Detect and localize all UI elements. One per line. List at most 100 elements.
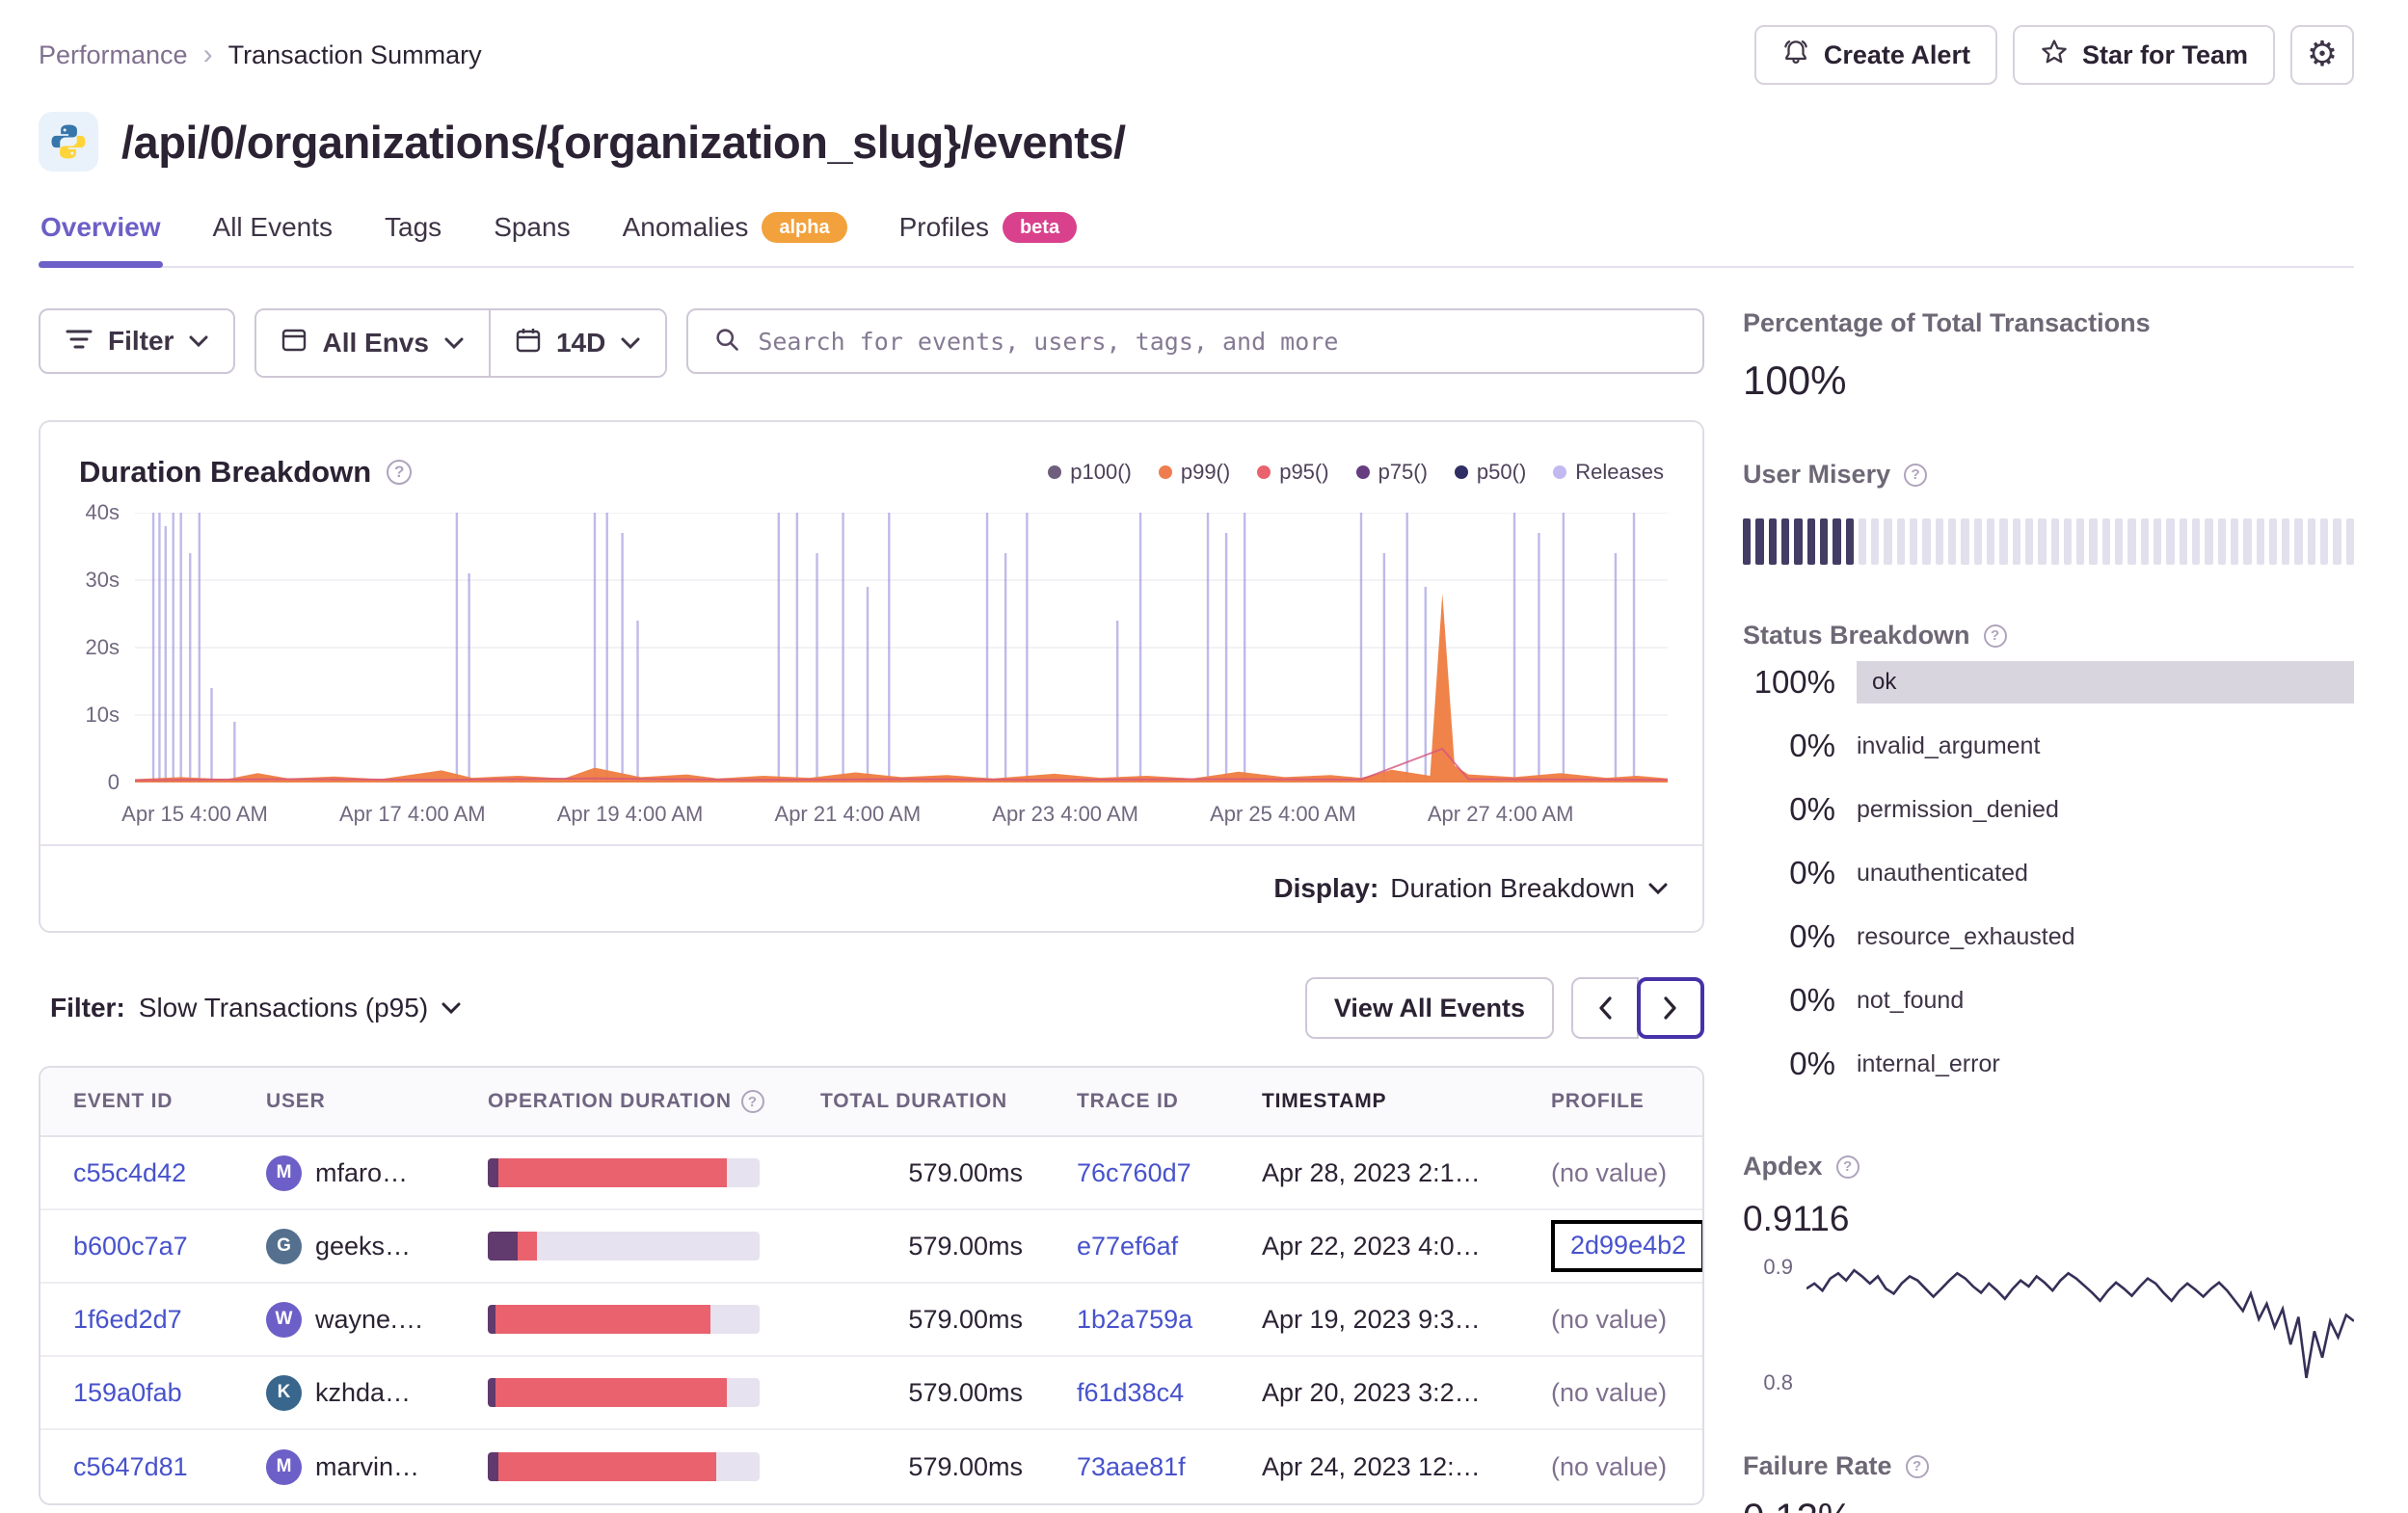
breadcrumb-performance[interactable]: Performance (39, 40, 188, 70)
event-id-link[interactable]: 1f6ed2d7 (73, 1305, 182, 1335)
status-label: not_found (1857, 986, 1965, 1014)
status-row: 0% internal_error (1789, 1046, 2000, 1081)
search-icon (713, 326, 740, 358)
status-row: 0% resource_exhausted (1789, 918, 2075, 954)
display-dropdown[interactable]: Duration Breakdown (1390, 873, 1668, 904)
avatar: W (266, 1301, 302, 1338)
event-id-link[interactable]: b600c7a7 (73, 1232, 188, 1261)
pagination (1571, 977, 1704, 1039)
help-icon[interactable]: ? (1904, 463, 1928, 487)
apdex-y-axis: 0.9 0.8 (1763, 1255, 1793, 1394)
calendar-icon (516, 328, 541, 359)
user-misery-title: User Misery ? (1743, 460, 2354, 490)
status-bar[interactable]: ok (1857, 661, 2354, 703)
page-title: /api/0/organizations/{organization_slug}… (121, 116, 1126, 168)
legend-p100[interactable]: p100() (1048, 460, 1132, 485)
timestamp: Apr 28, 2023 2:1… (1262, 1157, 1481, 1187)
profile-value: (no value) (1551, 1304, 1668, 1334)
breadcrumb-current: Transaction Summary (227, 40, 482, 69)
chevron-down-icon (621, 337, 640, 349)
star-for-team-button[interactable]: Star for Team (2012, 25, 2275, 85)
duration-chart-plot[interactable] (135, 513, 1668, 783)
operation-duration-bar[interactable] (488, 1158, 760, 1187)
date-range-value: 14D (555, 328, 606, 358)
status-label: permission_denied (1857, 795, 2059, 823)
help-icon[interactable]: ? (1905, 1454, 1929, 1478)
user-misery-bars[interactable] (1743, 518, 2354, 565)
apdex-value: 0.9116 (1743, 1199, 1850, 1238)
failure-rate-value: 0.12% (1743, 1497, 2354, 1513)
operation-duration-bar[interactable] (488, 1232, 760, 1261)
status-label: invalid_argument (1857, 731, 2041, 759)
table-row: 1f6ed2d7 Wwayne.… 579.00ms 1b2a759a Apr … (40, 1284, 1702, 1357)
tab-tags[interactable]: Tags (383, 206, 443, 266)
slow-transactions-filter-dropdown[interactable]: Filter: Slow Transactions (p95) (39, 993, 472, 1023)
total-duration: 579.00ms (908, 1304, 1023, 1334)
legend-dot (1355, 465, 1370, 479)
tab-all-events[interactable]: All Events (211, 206, 335, 266)
legend-p50[interactable]: p50() (1454, 460, 1526, 485)
table-header: EVENT ID USER OPERATION DURATION? TOTAL … (40, 1068, 1702, 1137)
col-timestamp: TIMESTAMP (1262, 1090, 1387, 1112)
apdex-chart[interactable]: 0.9 0.8 (1743, 1253, 2354, 1395)
tab-label: Profiles (898, 212, 989, 242)
help-icon[interactable]: ? (740, 1090, 764, 1113)
chart-legend: p100() p99() p95() p75() p50() Releases (1048, 460, 1664, 485)
operation-duration-bar[interactable] (488, 1305, 760, 1334)
profile-link-highlighted[interactable]: 2d99e4b2 (1551, 1220, 1702, 1272)
status-row: 0% not_found (1789, 982, 1965, 1018)
trace-id-link[interactable]: e77ef6af (1077, 1232, 1178, 1261)
col-operation-duration: OPERATION DURATION? (488, 1090, 820, 1113)
user-name: kzhda… (315, 1377, 412, 1407)
legend-p75[interactable]: p75() (1355, 460, 1428, 485)
operation-duration-bar[interactable] (488, 1378, 760, 1407)
next-page-button[interactable] (1637, 977, 1704, 1039)
tab-label: All Events (212, 212, 334, 242)
table-row: 159a0fab Kkzhda… 579.00ms f61d38c4 Apr 2… (40, 1357, 1702, 1430)
breadcrumb-chevron-icon: › (202, 39, 213, 70)
table-row: b600c7a7 Ggeeks… 579.00ms e77ef6af Apr 2… (40, 1210, 1702, 1284)
col-total-duration: TOTAL DURATION (820, 1090, 1007, 1112)
previous-page-button[interactable] (1571, 977, 1639, 1039)
total-duration: 579.00ms (908, 1377, 1023, 1407)
col-profile: PROFILE (1551, 1090, 1645, 1112)
search-input[interactable] (758, 327, 1677, 356)
avatar: G (266, 1228, 302, 1264)
chevron-down-icon (444, 337, 464, 349)
trace-id-link[interactable]: 76c760d7 (1077, 1158, 1191, 1188)
col-user: USER (266, 1090, 326, 1112)
legend-releases[interactable]: Releases (1553, 460, 1664, 485)
tab-anomalies[interactable]: Anomalies alpha (621, 206, 849, 266)
total-duration: 579.00ms (908, 1231, 1023, 1261)
help-icon[interactable]: ? (387, 460, 413, 485)
trace-id-link[interactable]: 1b2a759a (1077, 1305, 1192, 1335)
timestamp: Apr 20, 2023 3:2… (1262, 1377, 1481, 1407)
event-id-link[interactable]: c55c4d42 (73, 1158, 186, 1188)
tab-profiles[interactable]: Profiles beta (897, 206, 1080, 266)
environment-dropdown[interactable]: All Envs (256, 310, 489, 376)
beta-badge: beta (1002, 212, 1078, 243)
status-percent: 100% (1753, 664, 1835, 700)
create-alert-button[interactable]: Create Alert (1753, 25, 1997, 85)
view-all-events-button[interactable]: View All Events (1304, 977, 1554, 1039)
event-id-link[interactable]: 159a0fab (73, 1378, 182, 1408)
event-id-link[interactable]: c5647d81 (73, 1452, 188, 1482)
filter-dropdown[interactable]: Filter (39, 308, 236, 374)
settings-button[interactable]: ⚙ (2290, 25, 2354, 85)
trace-id-link[interactable]: 73aae81f (1077, 1452, 1186, 1482)
legend-p95[interactable]: p95() (1257, 460, 1329, 485)
chevron-left-icon (1599, 996, 1612, 1020)
legend-p99[interactable]: p99() (1158, 460, 1230, 485)
create-alert-label: Create Alert (1823, 40, 1970, 69)
help-icon[interactable]: ? (1983, 624, 2007, 648)
status-breakdown-title: Status Breakdown ? (1743, 621, 2354, 650)
col-trace-id: TRACE ID (1077, 1090, 1179, 1112)
date-range-dropdown[interactable]: 14D (488, 310, 666, 376)
tab-overview[interactable]: Overview (39, 206, 163, 268)
window-icon (281, 328, 307, 358)
tab-spans[interactable]: Spans (492, 206, 572, 266)
events-table: EVENT ID USER OPERATION DURATION? TOTAL … (39, 1066, 1704, 1505)
operation-duration-bar[interactable] (488, 1452, 760, 1481)
trace-id-link[interactable]: f61d38c4 (1077, 1378, 1184, 1408)
help-icon[interactable]: ? (1835, 1155, 1860, 1179)
